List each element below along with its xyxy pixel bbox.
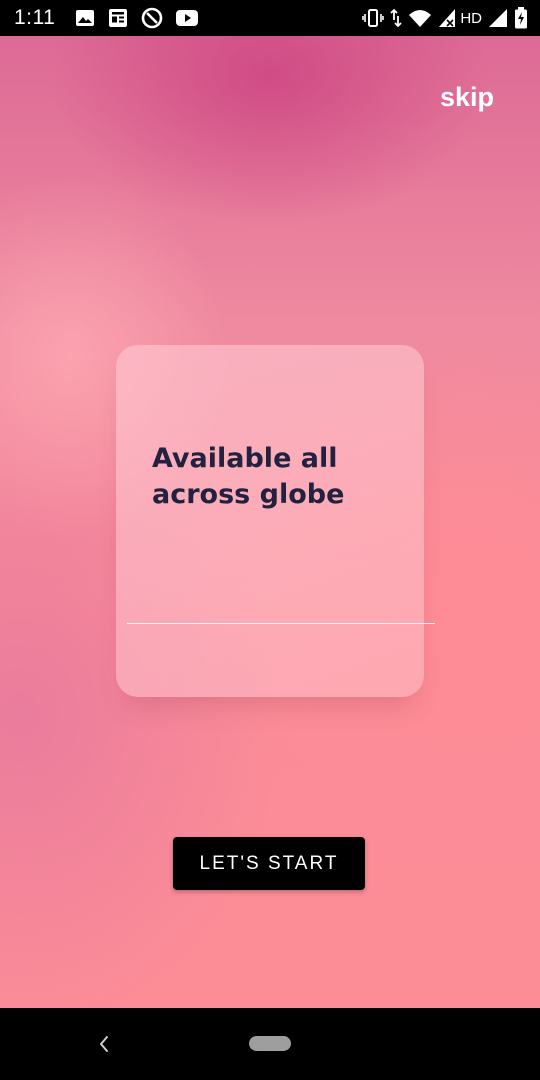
skip-button[interactable]: skip [440,82,494,113]
app-screen: 1:11 HD skip Available all across globe … [0,0,540,1080]
signal-x-icon [438,8,456,28]
status-time: 1:11 [14,6,56,29]
vibrate-icon [362,8,385,28]
status-bar: 1:11 HD [0,0,540,36]
lets-start-button[interactable]: LET'S START [173,837,365,890]
data-arrows-icon [390,8,402,28]
back-icon[interactable] [92,1032,116,1056]
onboarding-background: skip Available all across globe LET'S ST… [0,36,540,1008]
at-sign-icon [141,7,163,29]
image-icon [75,8,95,28]
navigation-bar [0,1008,540,1080]
network-type-label: HD [460,9,482,27]
system-icons: HD [362,7,528,29]
wifi-icon [408,8,432,28]
onboarding-card: Available all across globe [116,345,424,697]
battery-charging-icon [514,7,528,29]
youtube-icon [175,9,199,27]
signal-icon [488,8,508,28]
card-title: Available all across globe [152,443,345,510]
news-icon [107,8,129,28]
notification-icons [75,7,199,29]
home-pill-icon[interactable] [249,1036,291,1051]
card-divider [127,623,435,624]
